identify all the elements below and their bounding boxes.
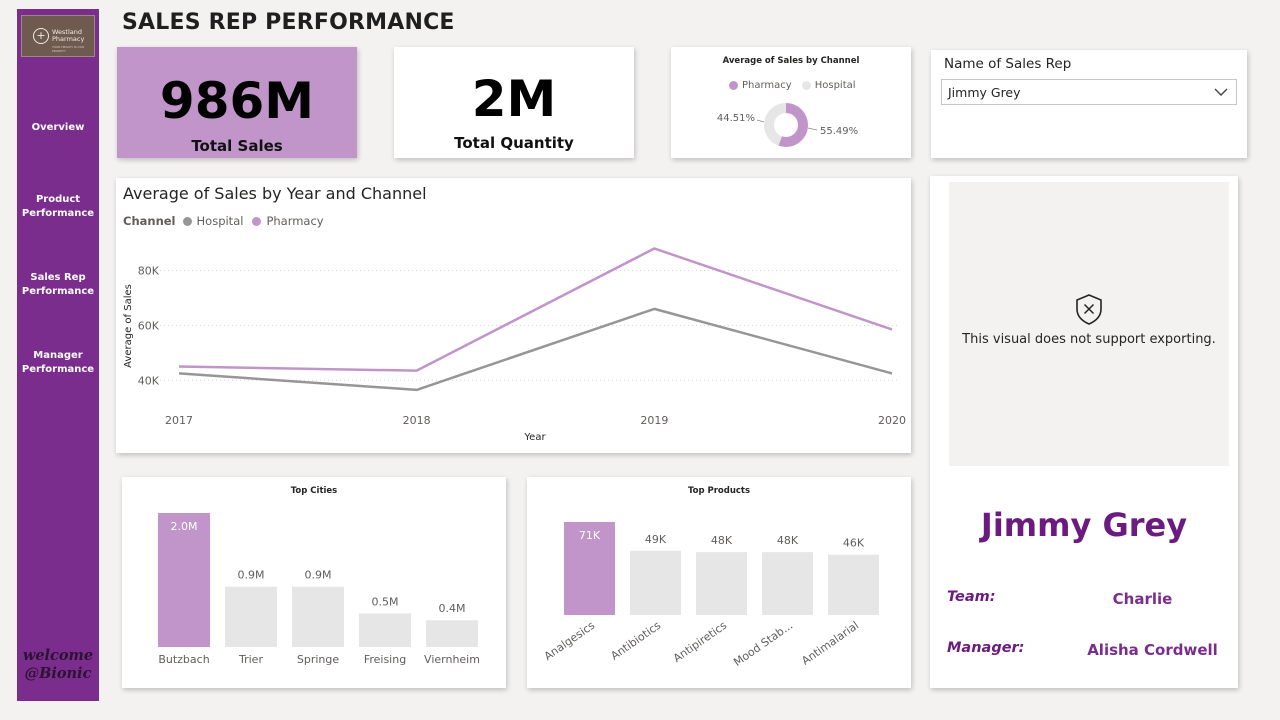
bar-value-label: 2.0M bbox=[171, 520, 198, 533]
line-chart: 40K 60K 80K 2017 2018 2019 2020 Year Average of … bbox=[123, 247, 906, 443]
shield-x-icon bbox=[1076, 294, 1102, 325]
nav-product-performance-label-2: Performance bbox=[21, 208, 95, 219]
bar-trier[interactable] bbox=[225, 586, 277, 647]
kpi-total-quantity-value: 2M bbox=[471, 70, 557, 128]
donut-label-hospital: 44.51% bbox=[717, 113, 755, 124]
nav-overview[interactable]: Overview bbox=[17, 121, 99, 135]
pharmacy-cross-icon: + bbox=[33, 28, 49, 44]
donut-label-pharmacy: 55.49% bbox=[820, 126, 858, 137]
company-logo: + Westland Pharmacy YOUR HEALTH IS OUR P… bbox=[21, 15, 95, 57]
bar-category-label: Freising bbox=[364, 653, 406, 666]
top-products-card[interactable]: Top Products 71K Analgesics 49K Antibiotics… bbox=[527, 477, 911, 688]
top-cities-chart: 2.0M Butzbach 0.9M Trier 0.9M Springe 0.5M Frei… bbox=[158, 513, 480, 666]
bar-antipiretics[interactable] bbox=[696, 552, 747, 615]
donut-leader-pharmacy bbox=[807, 127, 818, 131]
bar-value-label: 48K bbox=[777, 534, 799, 547]
sidebar-nav: + Westland Pharmacy YOUR HEALTH IS OUR P… bbox=[17, 9, 99, 701]
team-value: Charlie bbox=[1112, 590, 1173, 608]
x-tick-label: 2018 bbox=[403, 414, 431, 427]
kpi-total-sales-card[interactable]: 986M Total Sales bbox=[117, 47, 357, 158]
sales-rep-dropdown-value: Jimmy Grey bbox=[948, 85, 1021, 100]
line-chart-card[interactable]: Average of Sales by Year and Channel Cha… bbox=[116, 178, 911, 453]
top-cities-card[interactable]: Top Cities 2.0M Butzbach 0.9M Trier 0.9M Spri… bbox=[122, 477, 506, 688]
nav-manager-performance-label-2: Performance bbox=[21, 364, 95, 375]
nav-sales-rep-performance-label-1: Sales Rep bbox=[30, 272, 86, 283]
bar-viernheim[interactable] bbox=[426, 620, 478, 647]
bar-value-label: 0.4M bbox=[439, 602, 466, 615]
top-products-chart: 71K Analgesics 49K Antibiotics 48K Antipireti… bbox=[542, 522, 879, 669]
bar-category-label: Antimalarial bbox=[799, 619, 861, 668]
bar-freising[interactable] bbox=[359, 613, 411, 648]
bar-category-label: Trier bbox=[238, 653, 263, 666]
bar-butzbach[interactable] bbox=[158, 513, 210, 647]
bar-category-label: Antipiretics bbox=[671, 619, 730, 665]
line-series-pharmacy[interactable] bbox=[178, 247, 893, 372]
bar-category-label: Viernheim bbox=[424, 653, 480, 666]
kpi-total-quantity-label: Total Quantity bbox=[454, 134, 574, 152]
manager-label: Manager: bbox=[947, 640, 1025, 656]
bar-value-label: 48K bbox=[711, 534, 733, 547]
bar-value-label: 49K bbox=[645, 533, 667, 546]
y-axis-title: Average of Sales bbox=[123, 284, 134, 368]
welcome-line1: welcome bbox=[22, 647, 94, 664]
manager-value: Alisha Cordwell bbox=[1087, 641, 1218, 659]
bar-category-label: Antibiotics bbox=[608, 619, 663, 663]
slicer-title: Name of Sales Rep bbox=[944, 56, 1072, 72]
donut-chart-card[interactable]: Average of Sales by Channel Pharmacy Hos… bbox=[671, 47, 911, 158]
kpi-total-sales-value: 986M bbox=[159, 72, 315, 130]
rep-profile-card: This visual does not support exporting. … bbox=[930, 176, 1238, 688]
bar-value-label: 0.9M bbox=[238, 569, 265, 582]
nav-manager-performance[interactable]: Manager Performance bbox=[17, 349, 99, 377]
chevron-down-icon[interactable] bbox=[1212, 82, 1230, 102]
x-tick-label: 2017 bbox=[165, 414, 193, 427]
kpi-total-quantity-card[interactable]: 2M Total Quantity bbox=[394, 47, 634, 158]
bar-category-label: Springe bbox=[297, 653, 339, 666]
bar-mood-stab-[interactable] bbox=[762, 552, 813, 615]
donut-leader-hospital bbox=[756, 119, 765, 123]
bar-antibiotics[interactable] bbox=[630, 550, 681, 615]
rep-name: Jimmy Grey bbox=[980, 506, 1188, 544]
nav-manager-performance-label-1: Manager bbox=[33, 350, 83, 361]
x-axis-title: Year bbox=[523, 432, 546, 443]
bar-category-label: Mood Stab... bbox=[731, 619, 795, 669]
logo-text: Westland Pharmacy bbox=[52, 29, 84, 43]
nav-sales-rep-performance[interactable]: Sales Rep Performance bbox=[17, 271, 99, 299]
rep-photo-placeholder: This visual does not support exporting. bbox=[949, 182, 1229, 466]
bar-category-label: Analgesics bbox=[542, 619, 598, 663]
sales-rep-dropdown[interactable]: Jimmy Grey bbox=[941, 79, 1237, 105]
kpi-total-sales-label: Total Sales bbox=[191, 137, 283, 155]
y-tick-label: 60K bbox=[138, 319, 160, 332]
nav-overview-label: Overview bbox=[31, 122, 85, 133]
logo-tagline: YOUR HEALTH IS OUR PRIORITY bbox=[52, 45, 85, 53]
team-label: Team: bbox=[947, 589, 996, 605]
x-tick-label: 2019 bbox=[640, 414, 668, 427]
page-title: SALES REP PERFORMANCE bbox=[122, 10, 455, 35]
bar-value-label: 46K bbox=[843, 537, 865, 550]
donut-chart: 55.49% 44.51% bbox=[717, 103, 858, 147]
export-notice: This visual does not support exporting. bbox=[962, 332, 1216, 347]
sales-rep-slicer-card: Name of Sales Rep Jimmy Grey bbox=[931, 50, 1247, 158]
bar-value-label: 0.5M bbox=[372, 596, 399, 609]
nav-product-performance-label-1: Product bbox=[35, 194, 81, 205]
bar-antimalarial[interactable] bbox=[828, 554, 879, 615]
nav-product-performance[interactable]: Product Performance bbox=[17, 193, 99, 221]
bar-value-label: 0.9M bbox=[305, 569, 332, 582]
welcome-line2: @Bionic bbox=[24, 665, 92, 682]
bar-value-label: 71K bbox=[579, 529, 601, 542]
x-tick-label: 2020 bbox=[878, 414, 906, 427]
bar-springe[interactable] bbox=[292, 586, 344, 647]
logo-line2: Pharmacy bbox=[52, 35, 85, 43]
y-tick-label: 40K bbox=[138, 374, 160, 387]
line-series-hospital[interactable] bbox=[178, 307, 893, 392]
bar-category-label: Butzbach bbox=[158, 653, 209, 666]
welcome-text: welcome @Bionic bbox=[17, 647, 99, 683]
y-tick-label: 80K bbox=[138, 264, 160, 277]
nav-sales-rep-performance-label-2: Performance bbox=[21, 286, 95, 297]
